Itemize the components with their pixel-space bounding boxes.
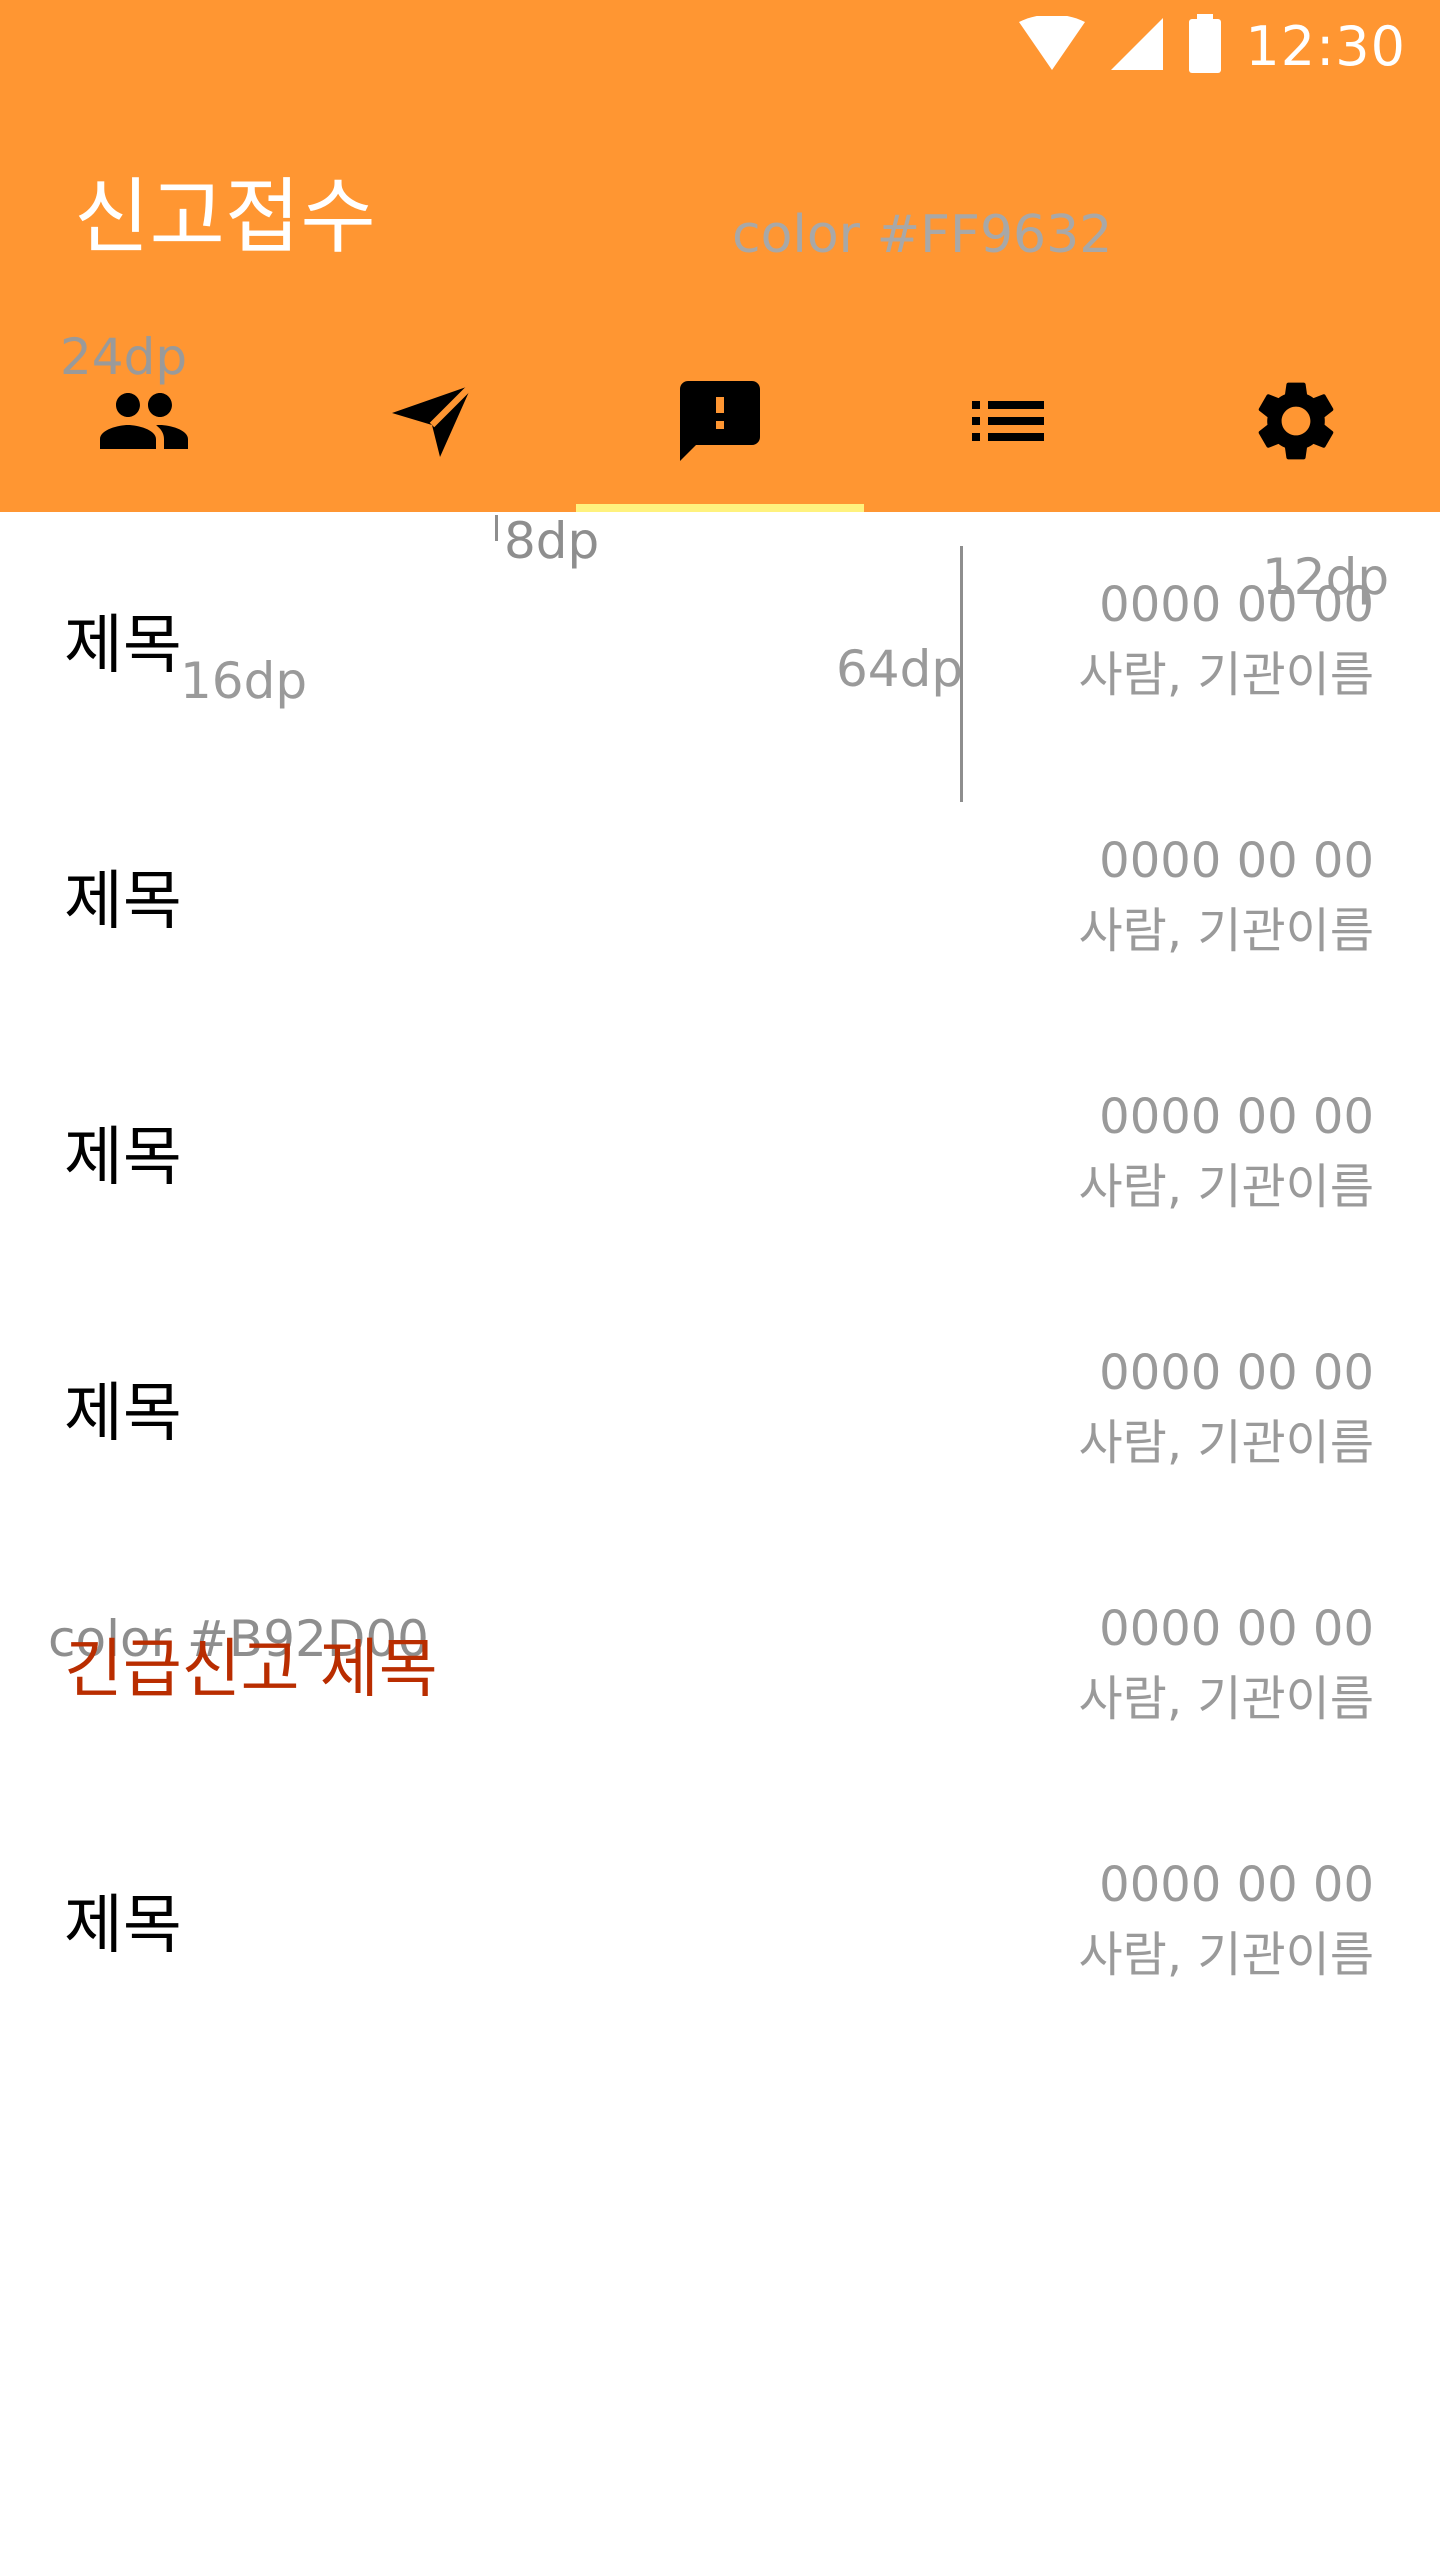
wifi-icon bbox=[1017, 14, 1087, 76]
report-date: 0000 00 00 bbox=[1099, 1345, 1374, 1401]
status-time: 12:30 bbox=[1245, 14, 1406, 78]
report-date: 0000 00 00 bbox=[1099, 1601, 1374, 1657]
list-item[interactable]: 제목 0000 00 00 사람, 기관이름 bbox=[0, 1024, 1440, 1280]
list-item[interactable]: 제목 0000 00 00 사람, 기관이름 bbox=[0, 768, 1440, 1024]
battery-icon bbox=[1187, 14, 1223, 78]
report-title: 제목 bbox=[64, 1121, 182, 1195]
signal-icon bbox=[1109, 16, 1165, 76]
report-org: 사람, 기관이름 bbox=[1078, 1671, 1374, 1727]
list-item[interactable]: 제목 0000 00 00 사람, 기관이름 bbox=[0, 1280, 1440, 1536]
report-meta: 0000 00 00 사람, 기관이름 bbox=[1079, 826, 1374, 966]
settings-icon bbox=[1248, 382, 1344, 473]
report-date: 0000 00 00 bbox=[1099, 1857, 1374, 1913]
tab-list[interactable] bbox=[864, 352, 1152, 512]
status-bar: 12:30 bbox=[1017, 10, 1406, 82]
report-meta: 0000 00 00 사람, 기관이름 bbox=[1079, 570, 1374, 710]
send-icon bbox=[384, 382, 480, 473]
report-org: 사람, 기관이름 bbox=[1078, 1927, 1374, 1983]
list-item-urgent[interactable]: 긴급신고 제목 0000 00 00 사람, 기관이름 bbox=[0, 1536, 1440, 1792]
list-item[interactable]: 제목 0000 00 00 사람, 기관이름 bbox=[0, 1792, 1440, 2048]
report-icon bbox=[672, 381, 768, 473]
list-icon bbox=[960, 391, 1056, 473]
report-list: 제목 0000 00 00 사람, 기관이름 제목 0000 00 00 사람,… bbox=[0, 512, 1440, 2048]
report-date: 0000 00 00 bbox=[1099, 1089, 1374, 1145]
list-item[interactable]: 제목 0000 00 00 사람, 기관이름 bbox=[0, 512, 1440, 768]
report-title: 제목 bbox=[64, 1377, 182, 1451]
tab-settings[interactable] bbox=[1152, 352, 1440, 512]
tab-send[interactable] bbox=[288, 352, 576, 512]
tab-bar bbox=[0, 352, 1440, 512]
report-meta: 0000 00 00 사람, 기관이름 bbox=[1079, 1594, 1374, 1734]
report-org: 사람, 기관이름 bbox=[1078, 1159, 1374, 1215]
tab-indicator bbox=[576, 504, 864, 512]
report-date: 0000 00 00 bbox=[1099, 833, 1374, 889]
report-title: 제목 bbox=[64, 865, 182, 939]
report-meta: 0000 00 00 사람, 기관이름 bbox=[1079, 1850, 1374, 1990]
report-org: 사람, 기관이름 bbox=[1078, 903, 1374, 959]
report-meta: 0000 00 00 사람, 기관이름 bbox=[1079, 1082, 1374, 1222]
people-icon bbox=[96, 391, 192, 473]
report-meta: 0000 00 00 사람, 기관이름 bbox=[1079, 1338, 1374, 1478]
page-title: 신고접수 bbox=[74, 170, 376, 265]
annotation-appbar-color: color #FF9632 bbox=[732, 205, 1113, 265]
report-date: 0000 00 00 bbox=[1099, 577, 1374, 633]
report-title: 제목 bbox=[64, 609, 182, 683]
report-org: 사람, 기관이름 bbox=[1078, 1415, 1374, 1471]
tab-people[interactable] bbox=[0, 352, 288, 512]
report-org: 사람, 기관이름 bbox=[1078, 647, 1374, 703]
urgent-report-title: 긴급신고 제목 bbox=[64, 1633, 438, 1707]
tab-report[interactable] bbox=[576, 352, 864, 512]
report-title: 제목 bbox=[64, 1889, 182, 1963]
app-bar: 12:30 신고접수 color #FF9632 24dp bbox=[0, 0, 1440, 512]
